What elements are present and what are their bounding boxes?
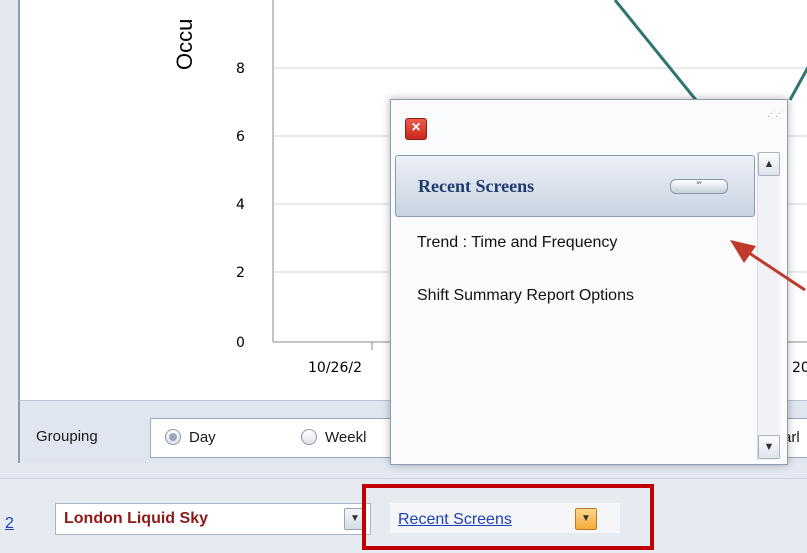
pin-button[interactable]: ′′′ bbox=[670, 179, 728, 194]
radio-day[interactable] bbox=[165, 429, 181, 445]
x-tick-1: 10/26/2 bbox=[308, 360, 362, 376]
recent-screen-item[interactable]: Shift Summary Report Options bbox=[417, 287, 634, 305]
y-tick-0: 0 bbox=[236, 335, 245, 351]
radio-weekly-label: Weekl bbox=[325, 429, 367, 446]
chevron-up-icon[interactable]: ▲ bbox=[758, 152, 780, 176]
popup-header-title: Recent Screens bbox=[418, 176, 535, 196]
y-tick-8: 8 bbox=[236, 61, 245, 77]
resize-grip-icon[interactable]: ⋰⋰ bbox=[767, 108, 784, 120]
recent-screen-item[interactable]: Trend : Time and Frequency bbox=[417, 234, 617, 252]
location-combo[interactable]: London Liquid Sky ▼ bbox=[55, 503, 371, 535]
popup-header[interactable]: Recent Screens ′′′ bbox=[395, 155, 755, 217]
location-value: London Liquid Sky bbox=[64, 510, 208, 527]
recent-screens-popup: × ⋰⋰ Recent Screens ′′′ Trend : Time and… bbox=[390, 99, 788, 465]
y-tick-4: 4 bbox=[236, 197, 245, 213]
highlight-box bbox=[362, 484, 654, 550]
y-tick-2: 2 bbox=[236, 265, 245, 281]
y-axis-title: Occu bbox=[172, 19, 197, 70]
radio-day-label: Day bbox=[189, 429, 216, 446]
page-link-fragment[interactable]: 2 bbox=[5, 515, 14, 533]
close-icon[interactable]: × bbox=[405, 118, 427, 140]
chevron-down-icon[interactable]: ▼ bbox=[758, 435, 780, 459]
popup-scrollbar[interactable]: ▲ ▼ bbox=[757, 152, 780, 460]
radio-weekly[interactable] bbox=[301, 429, 317, 445]
grouping-label: Grouping bbox=[36, 428, 98, 445]
x-tick-2: 20 bbox=[792, 360, 807, 376]
trend-line bbox=[613, 0, 807, 106]
y-tick-6: 6 bbox=[236, 129, 245, 145]
